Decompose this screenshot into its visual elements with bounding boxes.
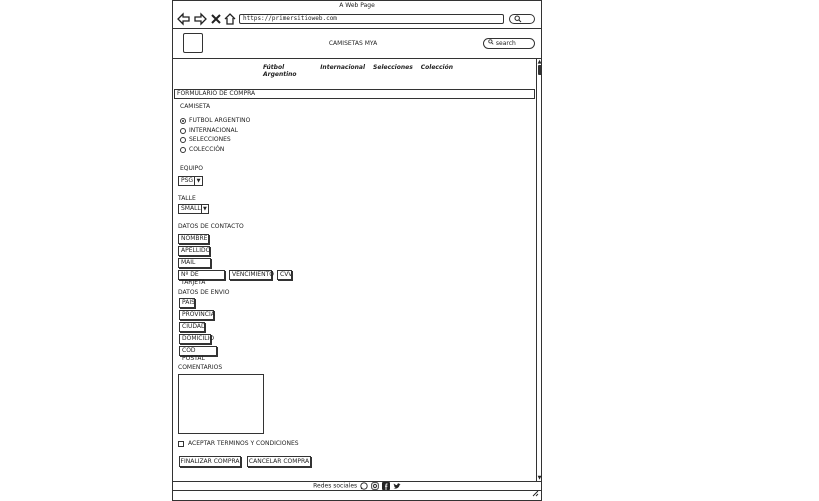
talle-select[interactable]: SMALL ▼	[178, 204, 209, 214]
whatsapp-icon[interactable]	[360, 482, 368, 490]
radio-internacional[interactable]: INTERNACIONAL	[180, 127, 238, 134]
search-icon	[488, 39, 494, 45]
cancelar-compra-button[interactable]: CANCELAR COMPRA	[247, 456, 311, 467]
site-header: CAMISETAS MYA search	[173, 29, 541, 59]
ciudad-field[interactable]: CIUDAD	[179, 322, 206, 332]
radio-selecciones[interactable]: SELECCIONES	[180, 136, 231, 143]
checkbox-icon	[178, 440, 184, 447]
close-icon[interactable]	[209, 12, 223, 26]
instagram-icon[interactable]	[371, 482, 379, 490]
chevron-down-icon: ▼	[194, 177, 202, 185]
equipo-value: PSG	[181, 177, 194, 184]
pais-field[interactable]: PAIS	[179, 298, 195, 308]
site-search-input[interactable]: search	[483, 38, 535, 49]
browser-toolbar: https://primersitioweb.com	[173, 11, 541, 29]
cod-postal-field[interactable]: COD POSTAL	[179, 346, 217, 362]
redes-sociales-label: Redes sociales	[313, 482, 358, 490]
twitter-icon[interactable]	[393, 482, 401, 490]
scroll-thumb[interactable]	[538, 65, 542, 75]
form-title: FORMULARIO DE COMPRA	[174, 89, 535, 99]
radio-futbol-argentino[interactable]: FUTBOL ARGENTINO	[180, 117, 250, 124]
domicilio-field[interactable]: DOMICILIO	[179, 334, 214, 344]
chevron-down-icon: ▼	[200, 205, 208, 213]
datos-contacto-label: DATOS DE CONTACTO	[178, 223, 244, 230]
tarjeta-field[interactable]: Nº DE TARJETA	[178, 270, 225, 286]
cvv-field[interactable]: CVV	[277, 270, 292, 280]
comentarios-textarea[interactable]	[178, 374, 264, 434]
provincia-field[interactable]: PROVINCIA	[179, 310, 215, 320]
browser-window: A Web Page https://primersitioweb.com CA…	[172, 0, 542, 501]
vertical-scrollbar[interactable]: ▲ ▼	[536, 59, 542, 481]
home-icon[interactable]	[223, 12, 237, 26]
mail-field[interactable]: MAIL	[178, 258, 211, 268]
equipo-label: EQUIPO	[180, 165, 204, 172]
site-logo[interactable]	[183, 33, 203, 53]
back-arrow-icon[interactable]	[177, 12, 191, 26]
site-search-placeholder: search	[495, 40, 516, 47]
talle-value: SMALL	[181, 205, 201, 212]
comentarios-label: COMENTARIOS	[178, 364, 223, 371]
talle-label: TALLE	[178, 195, 196, 202]
browser-search-button[interactable]	[509, 14, 535, 24]
site-title: CAMISETAS MYA	[328, 40, 378, 47]
url-bar[interactable]: https://primersitioweb.com	[239, 14, 504, 24]
browser-statusbar	[173, 490, 541, 500]
site-footer: Redes sociales	[173, 481, 541, 491]
finalizar-compra-button[interactable]: FINALIZAR COMPRA	[179, 456, 241, 467]
equipo-select[interactable]: PSG ▼	[178, 176, 203, 186]
window-title: A Web Page	[339, 2, 375, 9]
nombre-field[interactable]: NOMBRE	[178, 234, 209, 244]
forward-arrow-icon[interactable]	[193, 12, 207, 26]
camiseta-label: CAMISETA	[180, 103, 211, 110]
datos-envio-label: DATOS DE ENVIO	[178, 289, 230, 296]
resize-handle-icon[interactable]	[532, 490, 539, 499]
apellido-field[interactable]: APELLIDO	[178, 246, 210, 256]
facebook-icon[interactable]	[381, 482, 390, 490]
terminos-label: ACEPTAR TERMINOS Y CONDICIONES	[188, 440, 299, 447]
page-content: FORMULARIO DE COMPRA CAMISETA FUTBOL ARG…	[173, 59, 536, 481]
radio-coleccion[interactable]: COLECCIÓN	[180, 146, 224, 153]
vencimiento-field[interactable]: VENCIMIENTO	[229, 270, 274, 280]
terminos-checkbox[interactable]: ACEPTAR TERMINOS Y CONDICIONES	[178, 440, 299, 447]
search-icon	[514, 15, 522, 25]
